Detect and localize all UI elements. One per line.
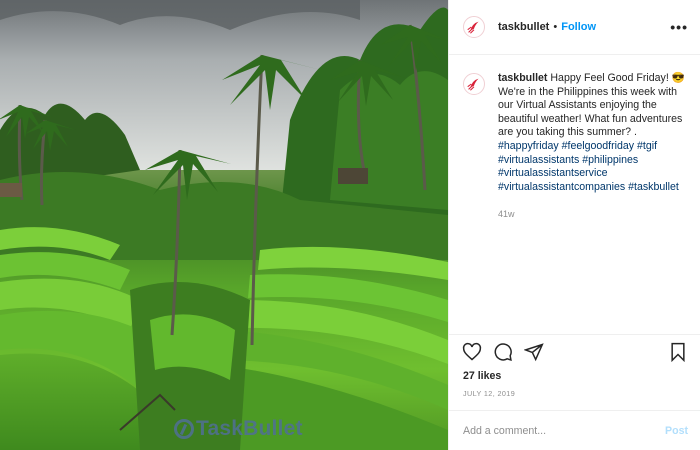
taskbullet-logo-icon: [465, 18, 483, 36]
hashtag-link[interactable]: #virtualassistantcompanies: [498, 181, 625, 193]
more-options-icon[interactable]: •••: [670, 19, 688, 35]
post-caption: taskbullet Happy Feel Good Friday! 😎 We'…: [498, 72, 688, 334]
paper-plane-icon[interactable]: [523, 342, 544, 362]
action-bar: [449, 334, 700, 368]
comment-icon[interactable]: [493, 342, 513, 362]
post-comment-button[interactable]: Post: [665, 425, 688, 437]
heart-icon[interactable]: [462, 342, 482, 362]
watermark-text: TaskBullet: [196, 417, 303, 440]
comment-input[interactable]: [463, 424, 666, 437]
follow-button[interactable]: Follow: [561, 21, 596, 33]
like-count[interactable]: 27 likes: [449, 368, 700, 382]
post-age[interactable]: 41w: [498, 208, 688, 222]
taskbullet-watermark: TaskBullet: [174, 417, 303, 441]
header-separator: •: [553, 21, 558, 33]
hashtag-link[interactable]: #feelgoodfriday: [562, 140, 634, 152]
avatar[interactable]: [463, 16, 485, 38]
hashtag-link[interactable]: #tgif: [637, 140, 657, 152]
rice-terrace-photo: [0, 0, 448, 450]
hashtag-link[interactable]: #virtualassistants: [498, 154, 579, 166]
bookmark-icon[interactable]: [668, 342, 688, 362]
comment-box: Post: [449, 410, 700, 450]
caption-username[interactable]: taskbullet: [498, 72, 547, 84]
hashtag-link[interactable]: #virtualassistantservice: [498, 167, 608, 179]
caption-avatar[interactable]: [463, 73, 485, 95]
instagram-post: TaskBullet taskbullet • Follow ••• taskb…: [0, 0, 700, 450]
post-header: taskbullet • Follow •••: [449, 0, 700, 55]
post-date[interactable]: JULY 12, 2019: [449, 382, 700, 410]
post-photo[interactable]: TaskBullet: [0, 0, 448, 450]
hashtag-link[interactable]: #taskbullet: [628, 181, 679, 193]
taskbullet-watermark-icon: [174, 419, 194, 439]
hashtag-link[interactable]: #happyfriday: [498, 140, 559, 152]
post-sidebar: taskbullet • Follow ••• taskbullet Happy…: [448, 0, 700, 450]
header-username[interactable]: taskbullet: [498, 21, 549, 33]
caption-hashtags: #happyfriday #feelgoodfriday #tgif #virt…: [498, 140, 679, 193]
caption-area: taskbullet Happy Feel Good Friday! 😎 We'…: [449, 55, 700, 334]
taskbullet-logo-icon: [465, 75, 483, 93]
hashtag-link[interactable]: #philippines: [582, 154, 638, 166]
